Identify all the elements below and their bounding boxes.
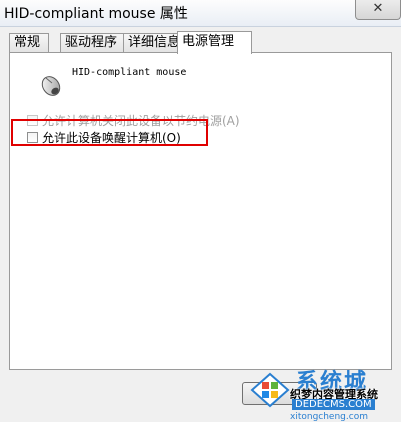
- tab-label: 驱动程序: [65, 35, 118, 50]
- tab-label: 电源管理: [182, 34, 235, 49]
- highlight-box: [11, 119, 208, 146]
- watermark-site: DEDECMS.COM: [292, 399, 375, 410]
- device-name: HID-compliant mouse: [72, 67, 187, 78]
- close-icon: ✕: [372, 1, 384, 16]
- close-button[interactable]: ✕: [355, 0, 401, 20]
- tab-power-management[interactable]: 电源管理: [177, 31, 252, 54]
- mouse-icon: [41, 76, 61, 96]
- title-bar: HID-compliant mouse 属性 ✕: [0, 0, 401, 27]
- power-management-panel: HID-compliant mouse 允许计算机关闭此设备以节约电源(A) 允…: [9, 52, 392, 370]
- watermark: 系统城 织梦内容管理系统 DEDECMS.COM xitongcheng.com: [248, 366, 401, 422]
- tab-driver[interactable]: 驱动程序: [60, 33, 124, 53]
- tab-general[interactable]: 常规: [9, 33, 49, 53]
- tab-label: 常规: [14, 35, 41, 50]
- windows-logo-icon: [250, 372, 290, 408]
- tab-label: 详细信息: [128, 35, 181, 50]
- window-title: HID-compliant mouse 属性: [4, 6, 188, 22]
- watermark-url: xitongcheng.com: [290, 412, 368, 422]
